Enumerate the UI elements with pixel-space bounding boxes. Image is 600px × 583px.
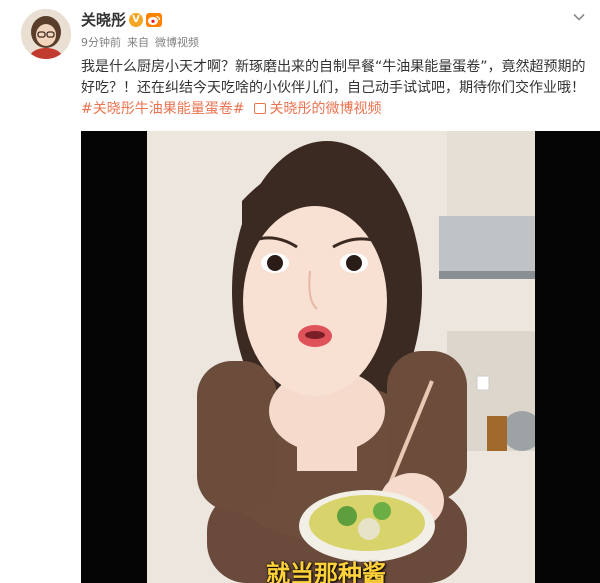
avatar[interactable]	[21, 9, 71, 59]
post-source[interactable]: 微博视频	[155, 36, 199, 49]
post-time[interactable]: 9分钟前	[81, 36, 121, 49]
avatar-image	[21, 9, 71, 59]
author-name[interactable]: 关晓彤	[81, 10, 126, 30]
video-link[interactable]: 关晓彤的微博视频	[269, 101, 381, 117]
video-link-icon	[254, 103, 267, 114]
video-frame-image	[147, 131, 535, 583]
verified-badge-icon: V	[129, 13, 143, 27]
video-still	[147, 131, 535, 583]
weibo-post: 关晓彤 V 9分钟前 来自 微博视频 我是什么厨房小天才啊？新琢磨出来的自制早餐“牛…	[0, 0, 600, 583]
post-meta: 9分钟前 来自 微博视频	[81, 35, 205, 51]
chevron-down-icon[interactable]	[572, 10, 586, 24]
video-subtitle: 就当那种酱	[266, 560, 386, 583]
post-body: 我是什么厨房小天才啊？新琢磨出来的自制早餐“牛油果能量蛋卷”，竟然超预期的好吃？…	[81, 59, 586, 96]
source-prefix: 来自	[127, 36, 149, 49]
video-player[interactable]	[81, 131, 600, 583]
weibo-level-icon	[146, 13, 162, 27]
hashtag-link[interactable]: #关晓彤牛油果能量蛋卷#	[81, 101, 244, 117]
post-text: 我是什么厨房小天才啊？新琢磨出来的自制早餐“牛油果能量蛋卷”，竟然超预期的好吃？…	[81, 57, 596, 120]
